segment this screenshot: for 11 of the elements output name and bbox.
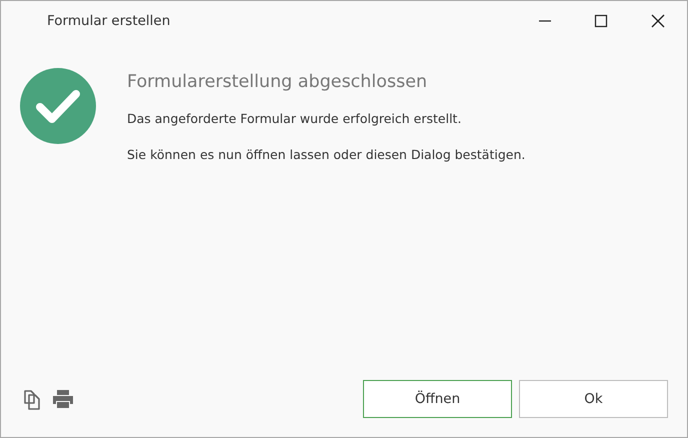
message-text: Das angeforderte Formular wurde erfolgreich erstellt.	[127, 111, 462, 126]
dialog-button[interactable]: Öffnen	[363, 380, 512, 418]
message-text: Sie können es nun öffnen lassen oder diesen Dialog bestätigen.	[127, 147, 526, 162]
close-icon	[651, 14, 665, 28]
copy-icon[interactable]	[22, 388, 42, 410]
maximize-icon	[594, 14, 608, 28]
dialog-heading: Formularerstellung abgeschlossen	[127, 72, 428, 92]
window-title: Formular erstellen	[47, 13, 172, 29]
minimize-icon	[538, 20, 552, 22]
dialog-button[interactable]: Ok	[519, 380, 668, 418]
print-icon[interactable]	[52, 389, 74, 409]
